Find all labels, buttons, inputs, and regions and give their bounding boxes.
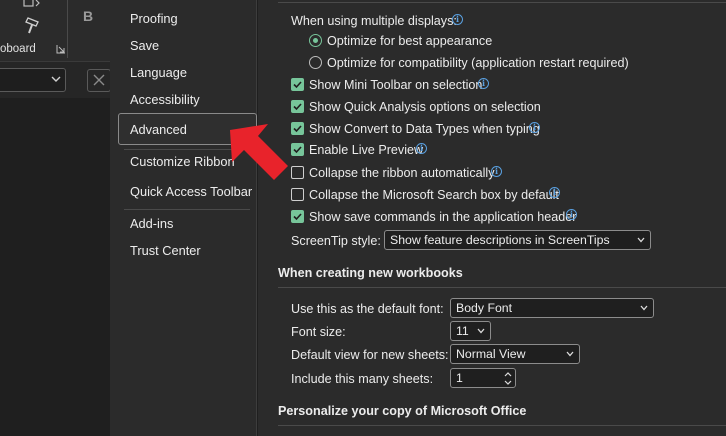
default-font-label: Use this as the default font:	[291, 302, 444, 316]
formula-cancel-button[interactable]	[87, 69, 111, 92]
live-preview-label[interactable]: Enable Live Preview	[309, 142, 423, 158]
nav-item-save[interactable]: Save	[130, 35, 159, 57]
default-view-select[interactable]: Normal View	[450, 344, 580, 364]
checkbox-live-preview[interactable]	[291, 143, 304, 156]
new-workbooks-heading: When creating new workbooks	[278, 266, 463, 280]
multiple-displays-label: When using multiple displays:	[291, 14, 457, 28]
nav-item-advanced[interactable]: Advanced	[130, 119, 187, 141]
mini-toolbar-label[interactable]: Show Mini Toolbar on selection	[309, 77, 482, 93]
chevron-down-icon[interactable]	[504, 380, 512, 385]
checkbox-convert-data-types[interactable]	[291, 122, 304, 135]
chevron-up-icon[interactable]	[504, 372, 512, 377]
collapse-search-label[interactable]: Collapse the Microsoft Search box by def…	[309, 187, 559, 203]
checkbox-quick-analysis[interactable]	[291, 100, 304, 113]
options-nav: Proofing Save Language Accessibility Adv…	[117, 0, 257, 436]
info-icon[interactable]: i	[452, 14, 463, 25]
checkbox-save-commands[interactable]	[291, 210, 304, 223]
nav-item-language[interactable]: Language	[130, 62, 187, 84]
screentip-style-label: ScreenTip style:	[291, 234, 381, 248]
info-icon[interactable]: i	[491, 166, 502, 177]
info-icon[interactable]: i	[566, 209, 577, 220]
personalize-heading: Personalize your copy of Microsoft Offic…	[278, 404, 527, 418]
convert-data-types-label[interactable]: Show Convert to Data Types when typing	[309, 121, 540, 137]
nav-item-accessibility[interactable]: Accessibility	[130, 89, 200, 111]
default-font-value: Body Font	[456, 301, 513, 315]
chevron-down-icon	[566, 351, 574, 357]
annotation-arrow-icon	[230, 124, 288, 180]
sheet-count-spinner[interactable]: 1	[450, 368, 516, 388]
font-size-value: 11	[456, 324, 469, 338]
screentip-style-value: Show feature descriptions in ScreenTips	[390, 233, 610, 247]
collapse-ribbon-label[interactable]: Collapse the ribbon automatically	[309, 165, 495, 181]
advanced-options-panel: When using multiple displays: i Optimize…	[258, 0, 726, 436]
radio-best-appearance[interactable]	[309, 34, 322, 47]
checkbox-mini-toolbar[interactable]	[291, 78, 304, 91]
nav-item-customize-ribbon[interactable]: Customize Ribbon	[130, 151, 235, 173]
chevron-down-icon	[477, 328, 485, 334]
nav-divider	[124, 209, 250, 210]
chevron-down-icon	[640, 305, 648, 311]
clipboard-group-label: oboard	[0, 43, 36, 55]
format-painter-icon[interactable]	[24, 16, 42, 36]
default-view-label: Default view for new sheets:	[291, 348, 449, 362]
nav-item-trust-center[interactable]: Trust Center	[130, 240, 201, 262]
worksheet-area[interactable]	[0, 98, 110, 436]
chevron-down-icon	[637, 237, 645, 243]
default-font-select[interactable]: Body Font	[450, 298, 654, 318]
radio-compatibility-label[interactable]: Optimize for compatibility (application …	[327, 55, 629, 71]
radio-compatibility[interactable]	[309, 56, 322, 69]
sheet-count-value: 1	[456, 371, 463, 385]
info-icon[interactable]: i	[416, 143, 427, 154]
section-divider	[278, 425, 726, 426]
chevron-down-icon[interactable]	[51, 75, 61, 83]
screentip-style-select[interactable]: Show feature descriptions in ScreenTips	[384, 230, 651, 250]
section-divider	[278, 287, 726, 288]
copy-icon[interactable]	[22, 0, 42, 10]
excel-window-strip: B oboard	[0, 0, 111, 436]
dialog-border	[110, 0, 117, 436]
font-size-label: Font size:	[291, 325, 346, 339]
default-view-value: Normal View	[456, 347, 526, 361]
nav-item-add-ins[interactable]: Add-ins	[130, 213, 173, 235]
info-icon[interactable]: i	[478, 78, 489, 89]
nav-item-quick-access-toolbar[interactable]: Quick Access Toolbar	[130, 181, 252, 203]
top-divider	[278, 2, 726, 3]
close-icon	[93, 74, 105, 86]
font-size-select[interactable]: 11	[450, 321, 491, 341]
save-commands-label[interactable]: Show save commands in the application he…	[309, 209, 576, 225]
dialog-launcher-icon[interactable]	[56, 44, 66, 54]
quick-analysis-label[interactable]: Show Quick Analysis options on selection	[309, 99, 541, 115]
nav-item-proofing[interactable]: Proofing	[130, 8, 178, 30]
info-icon[interactable]: i	[549, 187, 560, 198]
ribbon-separator	[67, 0, 68, 58]
checkbox-collapse-ribbon[interactable]	[291, 166, 304, 179]
radio-best-appearance-label[interactable]: Optimize for best appearance	[327, 33, 492, 49]
sheet-count-label: Include this many sheets:	[291, 372, 434, 386]
bold-button[interactable]: B	[83, 8, 93, 24]
checkbox-collapse-search[interactable]	[291, 188, 304, 201]
info-icon[interactable]: i	[529, 122, 540, 133]
